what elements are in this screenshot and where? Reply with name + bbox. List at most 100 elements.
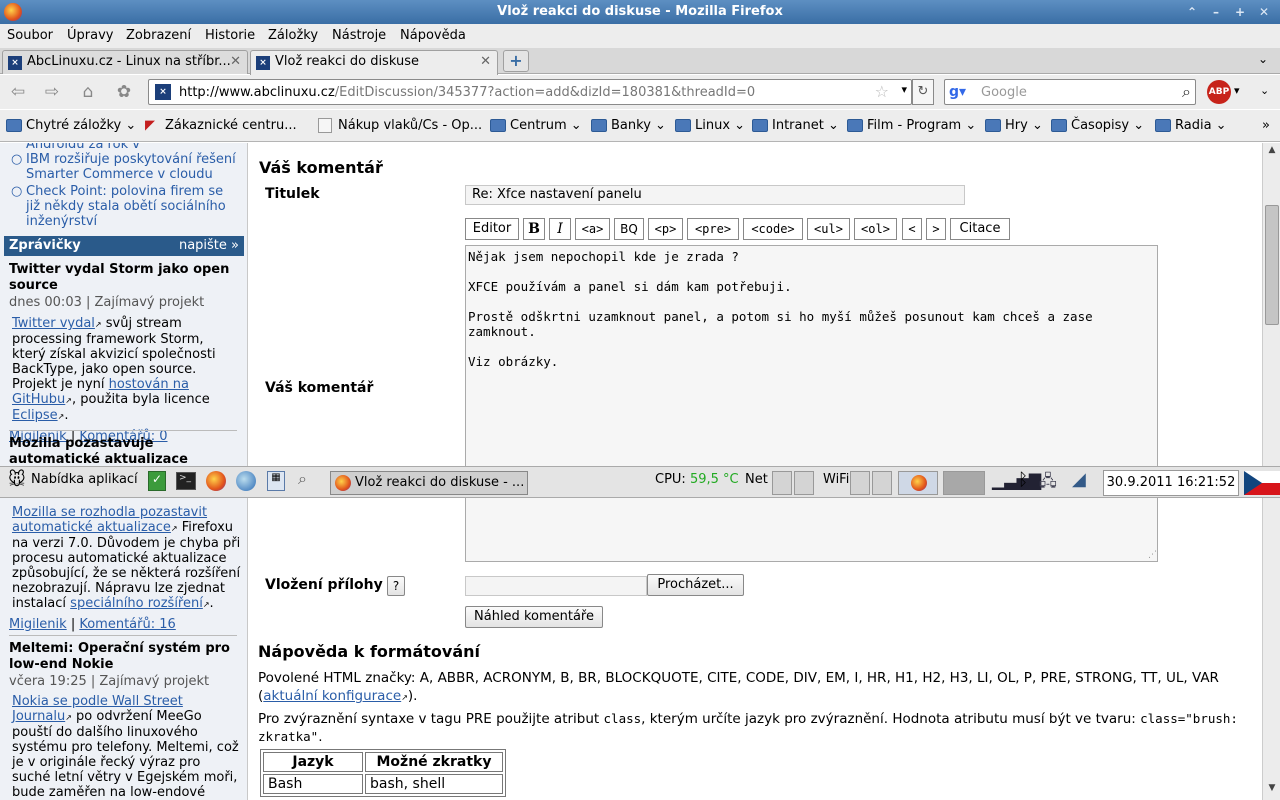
bookmark-smart[interactable]: Chytré záložky ⌄ [6, 118, 136, 133]
network-manager-icon[interactable]: 🖧 [1039, 470, 1057, 497]
resize-handle-icon[interactable]: ⋰ [1148, 550, 1157, 560]
menu-view[interactable]: Zobrazení [126, 28, 191, 43]
scroll-up-icon[interactable]: ▲ [1265, 145, 1279, 159]
ul-tag-button[interactable]: <ul> [807, 218, 850, 240]
menu-history[interactable]: Historie [205, 28, 255, 43]
reload-icon[interactable]: ↻ [912, 79, 934, 105]
calculator-icon[interactable]: ▦ [267, 471, 285, 491]
news-link[interactable]: Eclipse [12, 408, 58, 423]
app-finder-icon[interactable]: ✓ [148, 471, 166, 491]
home-icon[interactable]: ⌂ [76, 81, 100, 103]
menu-file[interactable]: Soubor [7, 28, 53, 43]
firefox-tray-icon[interactable] [898, 471, 938, 495]
window-minimize-button[interactable]: – [1206, 4, 1226, 20]
bookmark-linux[interactable]: Linux ⌄ [675, 118, 745, 133]
sidebar-link-text[interactable]: Androidu za rok v [26, 143, 140, 152]
bookmark-star-icon[interactable]: ☆ [875, 82, 889, 101]
site-identity-icon[interactable]: ⨯ [155, 84, 171, 100]
window-close-button[interactable]: ✕ [1254, 4, 1274, 20]
news-link[interactable]: Twitter vydal [12, 316, 95, 331]
forward-icon[interactable]: ⇨ [40, 81, 64, 103]
quote-button[interactable]: Citace [950, 218, 1010, 240]
blockquote-button[interactable]: BQ [614, 218, 644, 240]
scroll-down-icon[interactable]: ▼ [1265, 783, 1279, 797]
bookmark-customer-center[interactable]: ◤ Zákaznické centru... [145, 118, 297, 133]
news-comments-link[interactable]: Komentářů: 16 [79, 617, 175, 632]
firefox-launcher-icon[interactable] [206, 471, 226, 491]
attachment-file-input[interactable] [465, 576, 647, 596]
bluetooth-icon[interactable]: ᛒ [1018, 470, 1028, 490]
menu-edit[interactable]: Úpravy [67, 28, 113, 43]
scrollbar-thumb[interactable] [1265, 205, 1279, 325]
editor-button[interactable]: Editor [465, 218, 519, 240]
gt-entity-button[interactable]: > [926, 218, 946, 240]
window-shade-button[interactable]: ⌃ [1182, 4, 1202, 20]
toolbar-menu-icon[interactable]: ⌄ [1260, 84, 1269, 97]
abp-dropdown-icon[interactable]: ▾ [1234, 84, 1240, 97]
link-tag-button[interactable]: <a> [575, 218, 610, 240]
paragraph-tag-button[interactable]: <p> [648, 218, 683, 240]
keyboard-layout-czech-flag-icon[interactable] [1244, 471, 1280, 495]
news-author-link[interactable]: Migilenik [9, 617, 67, 632]
bookmark-casopisy[interactable]: Časopisy ⌄ [1051, 118, 1144, 133]
menu-bookmarks[interactable]: Záložky [268, 28, 318, 43]
preview-button[interactable]: Náhled komentáře [465, 606, 603, 628]
sidebar-link-text[interactable]: Check Point: polovina firem se již někdy… [26, 184, 226, 229]
pre-tag-button[interactable]: <pre> [687, 218, 739, 240]
bold-button[interactable]: B [523, 218, 545, 240]
google-engine-icon[interactable]: g▾ [949, 84, 966, 100]
tab-close-icon[interactable]: ✕ [480, 54, 491, 69]
config-link[interactable]: aktuální konfigurace [263, 688, 401, 704]
bookmark-banky[interactable]: Banky ⌄ [591, 118, 666, 133]
news-title[interactable]: Meltemi: Operační systém pro low-end Nok… [9, 641, 241, 673]
back-icon[interactable]: ⇦ [6, 81, 30, 103]
bookmark-centrum[interactable]: Centrum ⌄ [490, 118, 582, 133]
net-graph [794, 471, 814, 495]
extension-icon[interactable]: ✿ [112, 81, 136, 103]
adblock-plus-icon[interactable]: ABP [1207, 80, 1231, 104]
ol-tag-button[interactable]: <ol> [854, 218, 897, 240]
bookmark-intranet[interactable]: Intranet ⌄ [752, 118, 839, 133]
italic-button[interactable]: I [549, 218, 571, 240]
attachment-help-button[interactable]: ? [387, 576, 405, 596]
news-title[interactable]: Twitter vydal Storm jako open source [9, 262, 241, 294]
menu-help[interactable]: Nápověda [400, 28, 466, 43]
sidebar-link[interactable]: ○ Check Point: polovina firem se již někd… [11, 184, 241, 229]
search-icon[interactable]: ⌕ [1182, 82, 1191, 102]
code-tag-button[interactable]: <code> [743, 218, 803, 240]
search-box[interactable]: g▾ Google ⌕ [944, 79, 1196, 105]
bookmark-hry[interactable]: Hry ⌄ [985, 118, 1043, 133]
signal-strength-icon[interactable]: ▁▃▅▇ [992, 471, 1041, 490]
comment-textarea[interactable]: Nějak jsem nepochopil kde je zrada ? XFC… [465, 245, 1158, 562]
title-input[interactable]: Re: Xfce nastavení panelu [465, 185, 965, 205]
sidebar-link-text[interactable]: IBM rozšiřuje poskytování řešení Smarter… [26, 152, 236, 182]
news-title[interactable]: Mozilla pozastavuje automatické aktualiz… [9, 436, 241, 468]
bookmark-radia[interactable]: Radia ⌄ [1155, 118, 1227, 133]
bookmarks-overflow-icon[interactable]: » [1262, 118, 1270, 133]
wifi-icon[interactable]: ◢ [1072, 469, 1086, 490]
xfce-mouse-icon[interactable]: 🐭 [8, 470, 26, 490]
applications-menu[interactable]: Nabídka aplikací [31, 472, 138, 487]
tab-reply[interactable]: ⨯ Vlož reakci do diskuse ✕ [250, 50, 498, 75]
panel-clock[interactable]: 30.9.2011 16:21:52 [1103, 470, 1239, 496]
bookmark-train-tickets[interactable]: Nákup vlaků/Cs - Op... [318, 118, 482, 133]
tab-list-icon[interactable]: ⌄ [1258, 52, 1268, 66]
terminal-icon[interactable]: >_ [176, 472, 196, 490]
sidebar-link[interactable]: Androidu za rok v [26, 143, 241, 152]
search-launcher-icon[interactable]: ⌕ [298, 469, 307, 489]
window-maximize-button[interactable]: + [1230, 4, 1250, 20]
new-tab-button[interactable]: + [503, 50, 529, 72]
menu-tools[interactable]: Nástroje [332, 28, 386, 43]
bookmark-film[interactable]: Film - Program ⌄ [847, 118, 976, 133]
tab-close-icon[interactable]: ✕ [230, 54, 241, 69]
lt-entity-button[interactable]: < [902, 218, 922, 240]
sidebar-link[interactable]: ○ IBM rozšiřuje poskytování řešení Smarte… [11, 152, 241, 182]
url-bar[interactable]: ⨯ http://www.abclinuxu.cz/EditDiscussion… [148, 79, 912, 105]
thunderbird-icon[interactable] [236, 471, 256, 491]
tab-abclinuxu[interactable]: ⨯ AbcLinuxu.cz - Linux na stříbr... ✕ [2, 50, 248, 74]
url-history-dropdown-icon[interactable]: ▾ [901, 83, 907, 96]
write-news-link[interactable]: napište » [179, 238, 239, 253]
browse-button[interactable]: Procházet... [647, 574, 744, 596]
taskbar-window-button[interactable]: Vlož reakci do diskuse - ... [330, 471, 528, 495]
news-link[interactable]: speciálního rozšíření [70, 596, 203, 611]
